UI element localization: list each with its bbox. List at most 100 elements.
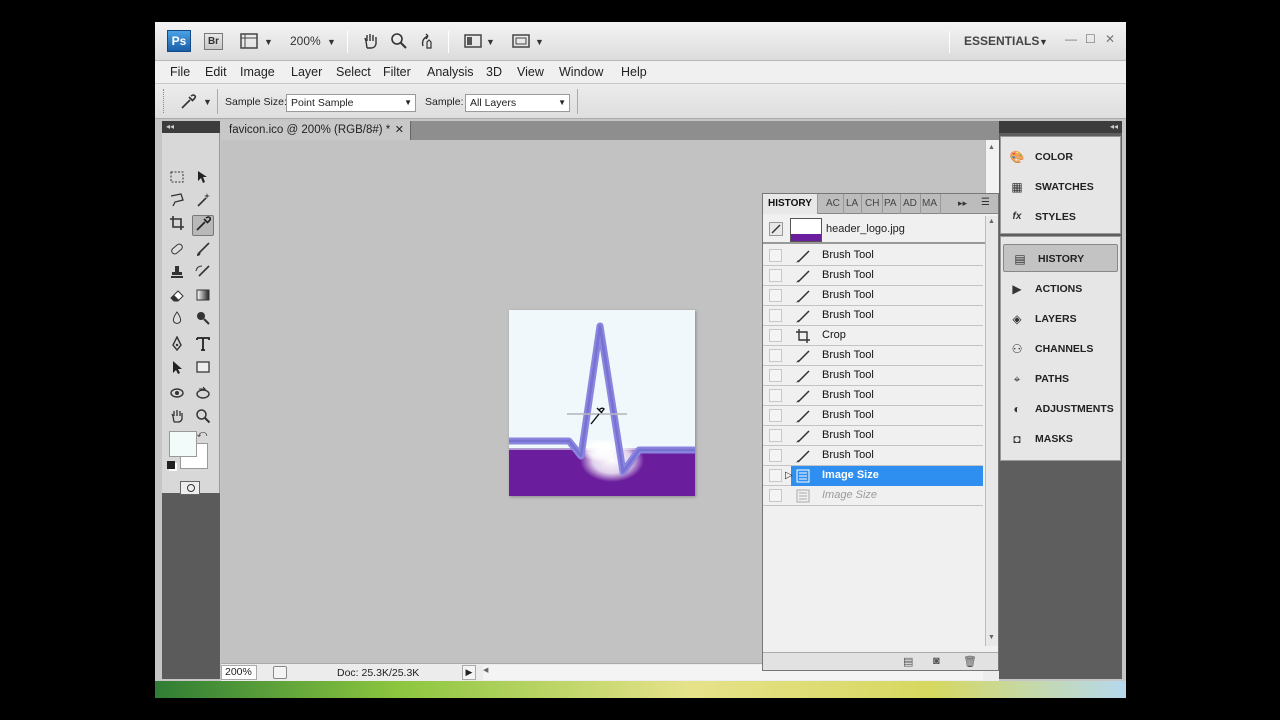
menu-layer[interactable]: Layer — [291, 65, 322, 79]
arrange-dropdown-icon[interactable]: ▼ — [486, 33, 495, 51]
status-zoom-input[interactable]: 200% — [221, 665, 257, 680]
eyedropper-tool-icon[interactable] — [192, 215, 214, 236]
dock-item-color[interactable]: 🎨 COLOR — [1001, 143, 1120, 171]
menu-image[interactable]: Image — [240, 65, 275, 79]
dock-item-history[interactable]: ▤ HISTORY — [1003, 244, 1118, 272]
history-brush-source-checkbox[interactable] — [769, 249, 782, 262]
quick-mask-button[interactable] — [180, 481, 200, 495]
scroll-down-icon[interactable]: ▼ — [988, 634, 995, 641]
history-brush-source-checkbox[interactable] — [769, 369, 782, 382]
history-brush-source-checkbox[interactable] — [769, 429, 782, 442]
move-tool-icon[interactable] — [192, 169, 214, 190]
menu-view[interactable]: View — [517, 65, 544, 79]
history-brush-source-checkbox[interactable] — [769, 489, 782, 502]
dock-item-channels[interactable]: ⚇ CHANNELS — [1001, 335, 1120, 363]
swap-colors-icon[interactable]: ⤺ — [195, 428, 209, 442]
status-menu-arrow-icon[interactable]: ▶ — [462, 665, 476, 680]
menu-edit[interactable]: Edit — [205, 65, 227, 79]
dock-item-layers[interactable]: ◈ LAYERS — [1001, 305, 1120, 333]
default-colors-icon[interactable] — [167, 461, 175, 469]
history-state-slider-icon[interactable]: ▷ — [785, 470, 793, 481]
screen-mode-icon[interactable] — [511, 32, 531, 52]
history-scrollbar[interactable]: ▲ ▼ — [985, 216, 998, 646]
zoom-tool-icon[interactable] — [390, 32, 408, 52]
clone-stamp-tool-icon[interactable] — [166, 264, 188, 285]
history-state-row[interactable]: Crop — [763, 326, 983, 346]
dock-item-adjustments[interactable]: ◐ ADJUSTMENTS — [1001, 395, 1120, 423]
type-tool-icon[interactable] — [192, 336, 214, 357]
tool-preset-dropdown-icon[interactable]: ▼ — [203, 93, 212, 111]
history-state-row[interactable]: Brush Tool — [763, 246, 983, 266]
hand-tool-icon[interactable] — [166, 408, 188, 429]
history-state-row[interactable]: Brush Tool — [763, 366, 983, 386]
history-brush-source-checkbox[interactable] — [769, 269, 782, 282]
minimize-button[interactable]: — — [1065, 32, 1077, 46]
history-brush-source-checkbox[interactable] — [769, 469, 782, 482]
options-grip[interactable] — [163, 89, 166, 113]
expand-panel-icon[interactable]: ▸▸ — [958, 198, 967, 209]
gradient-tool-icon[interactable] — [192, 287, 214, 308]
history-brush-source-checkbox[interactable] — [769, 409, 782, 422]
tools-collapse-bar[interactable]: ◂◂ — [162, 121, 220, 133]
brush-tool-icon[interactable] — [192, 241, 214, 262]
trash-icon[interactable]: 🗑 — [963, 655, 977, 668]
burn-tool-icon[interactable] — [192, 310, 214, 331]
menu-help[interactable]: Help — [621, 65, 647, 79]
history-brush-source-checkbox[interactable] — [769, 349, 782, 362]
sample-size-select[interactable]: Point Sample ▼ — [286, 94, 416, 112]
history-brush-source-checkbox[interactable] — [769, 309, 782, 322]
history-brush-source-checkbox[interactable] — [769, 449, 782, 462]
arrange-documents-icon[interactable] — [463, 32, 483, 52]
menu-window[interactable]: Window — [559, 65, 603, 79]
history-state-row[interactable]: ▷ Image Size — [763, 466, 983, 486]
dock-item-styles[interactable]: fx STYLES — [1001, 203, 1120, 231]
scroll-left-icon[interactable]: ◀ — [483, 666, 488, 674]
eyedropper-preset-icon[interactable] — [179, 93, 197, 114]
history-brush-source-checkbox[interactable] — [769, 329, 782, 342]
screen-mode-dropdown-icon[interactable]: ▼ — [535, 33, 544, 51]
3d-rotate-tool-icon[interactable] — [166, 385, 188, 406]
history-brush-source-icon[interactable] — [769, 222, 783, 236]
sample-select[interactable]: All Layers ▼ — [465, 94, 570, 112]
history-state-row[interactable]: Brush Tool — [763, 426, 983, 446]
new-document-from-state-icon[interactable]: ▤ — [903, 655, 913, 668]
foreground-color-swatch[interactable] — [169, 431, 197, 457]
status-options-icon[interactable] — [273, 666, 287, 679]
history-state-row[interactable]: Image Size — [763, 486, 983, 506]
workspace-switcher[interactable]: ESSENTIALS — [964, 34, 1039, 48]
view-extras-dropdown-icon[interactable]: ▼ — [264, 33, 273, 51]
document-image[interactable] — [509, 310, 695, 496]
menu-3d[interactable]: 3D — [486, 65, 502, 79]
tab-paths[interactable]: PA — [881, 194, 901, 214]
workspace-dropdown-icon[interactable]: ▼ — [1039, 33, 1048, 51]
zoom-tool-icon[interactable] — [192, 408, 214, 429]
tab-layers[interactable]: LA — [843, 194, 863, 214]
tab-masks[interactable]: MA — [919, 194, 941, 214]
menu-select[interactable]: Select — [336, 65, 371, 79]
menu-file[interactable]: File — [170, 65, 190, 79]
blur-tool-icon[interactable] — [166, 310, 188, 331]
bridge-button[interactable]: Br — [204, 33, 223, 50]
hand-tool-icon[interactable] — [362, 32, 380, 52]
history-state-row[interactable]: Brush Tool — [763, 406, 983, 426]
dock-item-masks[interactable]: ◘ MASKS — [1001, 425, 1120, 453]
close-button[interactable]: ✕ — [1105, 32, 1115, 46]
document-tab[interactable]: favicon.ico @ 200% (RGB/8#) * ✕ — [221, 121, 411, 140]
scroll-up-icon[interactable]: ▲ — [988, 218, 995, 225]
history-state-row[interactable]: Brush Tool — [763, 386, 983, 406]
maximize-button[interactable]: ☐ — [1085, 32, 1096, 46]
rectangle-tool-icon[interactable] — [192, 359, 214, 380]
eraser-tool-icon[interactable] — [166, 287, 188, 308]
crop-tool-icon[interactable] — [166, 215, 188, 236]
close-document-icon[interactable]: ✕ — [395, 121, 404, 140]
tab-adjustments[interactable]: AD — [900, 194, 921, 214]
menu-filter[interactable]: Filter — [383, 65, 411, 79]
history-snapshot[interactable]: header_logo.jpg — [763, 216, 985, 244]
scroll-up-icon[interactable]: ▲ — [988, 144, 995, 151]
history-state-row[interactable]: Brush Tool — [763, 306, 983, 326]
lasso-tool-icon[interactable] — [166, 192, 188, 213]
history-state-row[interactable]: Brush Tool — [763, 266, 983, 286]
history-state-row[interactable]: Brush Tool — [763, 446, 983, 466]
history-brush-source-checkbox[interactable] — [769, 389, 782, 402]
marquee-tool-icon[interactable] — [166, 169, 188, 190]
